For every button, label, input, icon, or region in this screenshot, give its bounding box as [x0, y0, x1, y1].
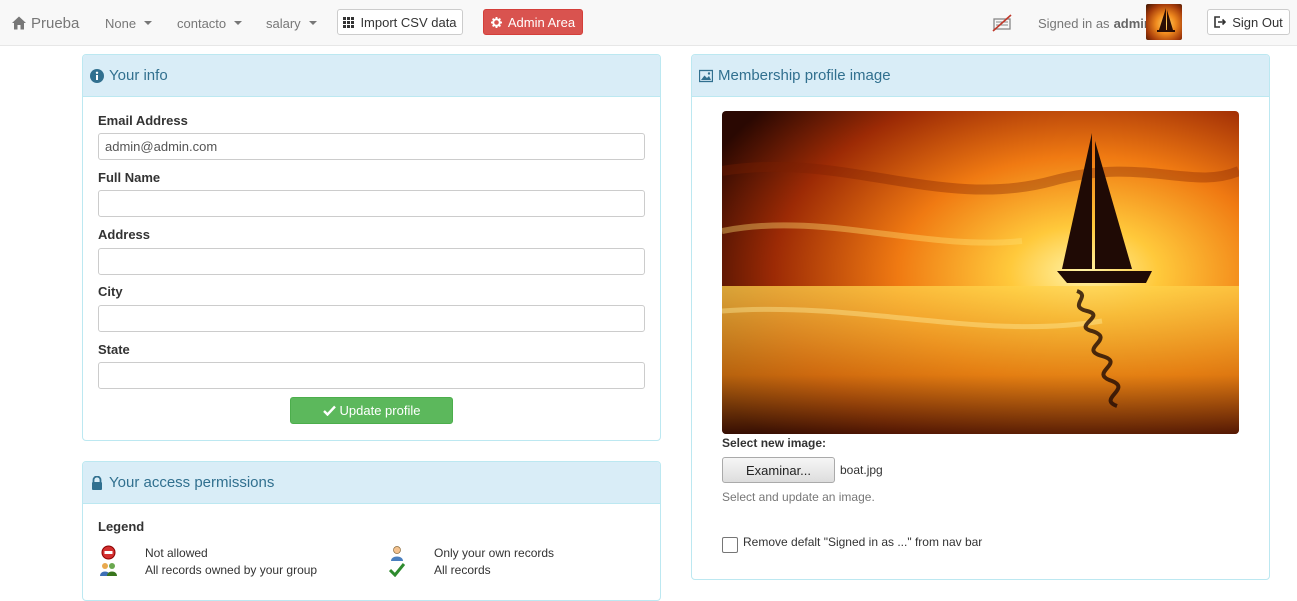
remove-signed-in-label[interactable]: Remove defalt "Signed in as ..." from na… [743, 535, 982, 549]
lock-icon [92, 475, 102, 490]
legend-item: All records [388, 562, 491, 577]
permissions-heading: Your access permissions [83, 462, 660, 504]
image-help-text: Select and update an image. [722, 490, 875, 504]
info-icon [90, 68, 104, 83]
legend-item: Not allowed [99, 545, 208, 560]
legend-item: All records owned by your group [99, 562, 317, 577]
sailboat-thumbnail-icon [1157, 8, 1175, 32]
picture-icon [699, 69, 713, 82]
menu-label: contacto [177, 15, 227, 31]
caret-down-icon [144, 21, 153, 25]
state-label: State [98, 342, 130, 357]
email-field[interactable] [98, 133, 645, 160]
permissions-title: Your access permissions [109, 474, 275, 491]
navbar: Prueba None contacto salary Import CSV d… [0, 0, 1297, 46]
home-icon [12, 16, 26, 30]
profile-image-heading: Membership profile image [692, 55, 1269, 97]
legend-label: All records [434, 562, 491, 577]
import-csv-label: Import CSV data [360, 14, 457, 30]
fullname-label: Full Name [98, 170, 161, 185]
grid-icon [343, 16, 355, 28]
menu-none[interactable]: None [105, 0, 153, 46]
caret-down-icon [234, 21, 243, 25]
no-keyboard-icon [992, 14, 1012, 32]
check-icon [322, 405, 336, 416]
menu-contacto[interactable]: contacto [177, 0, 243, 46]
update-profile-button[interactable]: Update profile [290, 397, 453, 424]
legend-label: Not allowed [145, 545, 208, 560]
select-image-label: Select new image: [722, 436, 827, 450]
profile-image-title: Membership profile image [718, 67, 891, 84]
sailboat-sunset-image [722, 111, 1239, 434]
hide-nav-icon[interactable] [992, 0, 1012, 46]
admin-area-button[interactable]: Admin Area [483, 9, 583, 35]
menu-salary[interactable]: salary [266, 0, 317, 46]
legend-label: Only your own records [434, 546, 555, 560]
avatar[interactable] [1146, 4, 1182, 40]
admin-area-label: Admin Area [507, 14, 576, 30]
city-label: City [98, 284, 123, 299]
sign-out-button[interactable]: Sign Out [1207, 9, 1290, 35]
file-name: boat.jpg [840, 463, 883, 477]
group-icon [99, 562, 117, 577]
legend-item: Only your own records [388, 545, 554, 561]
cog-icon [490, 16, 502, 28]
user-icon [388, 545, 406, 561]
menu-label: None [105, 15, 137, 31]
address-field[interactable] [98, 248, 645, 275]
your-info-heading: Your info [83, 55, 660, 97]
brand-text: Prueba [31, 14, 80, 32]
signed-in-prefix: Signed in as [1038, 15, 1110, 31]
caret-down-icon [308, 21, 317, 25]
signed-in-text: Signed in as admin [1038, 0, 1152, 46]
state-field[interactable] [98, 362, 645, 389]
check-icon [388, 562, 406, 577]
sign-out-icon [1214, 16, 1227, 28]
sign-out-label: Sign Out [1232, 14, 1283, 30]
email-label: Email Address [98, 113, 188, 128]
no-entry-icon [99, 545, 117, 560]
city-field[interactable] [98, 305, 645, 332]
menu-label: salary [266, 15, 301, 31]
legend-title: Legend [98, 519, 145, 534]
address-label: Address [98, 227, 151, 242]
legend-label: All records owned by your group [145, 562, 318, 577]
profile-image [722, 111, 1239, 434]
update-profile-label: Update profile [339, 403, 421, 418]
brand-link[interactable]: Prueba [11, 0, 79, 46]
browse-file-button[interactable]: Examinar... [722, 457, 835, 483]
import-csv-button[interactable]: Import CSV data [337, 9, 463, 35]
your-info-title: Your info [109, 67, 168, 84]
fullname-field[interactable] [98, 190, 645, 217]
remove-signed-in-checkbox[interactable] [722, 537, 738, 553]
permissions-panel: Your access permissions [82, 461, 661, 601]
